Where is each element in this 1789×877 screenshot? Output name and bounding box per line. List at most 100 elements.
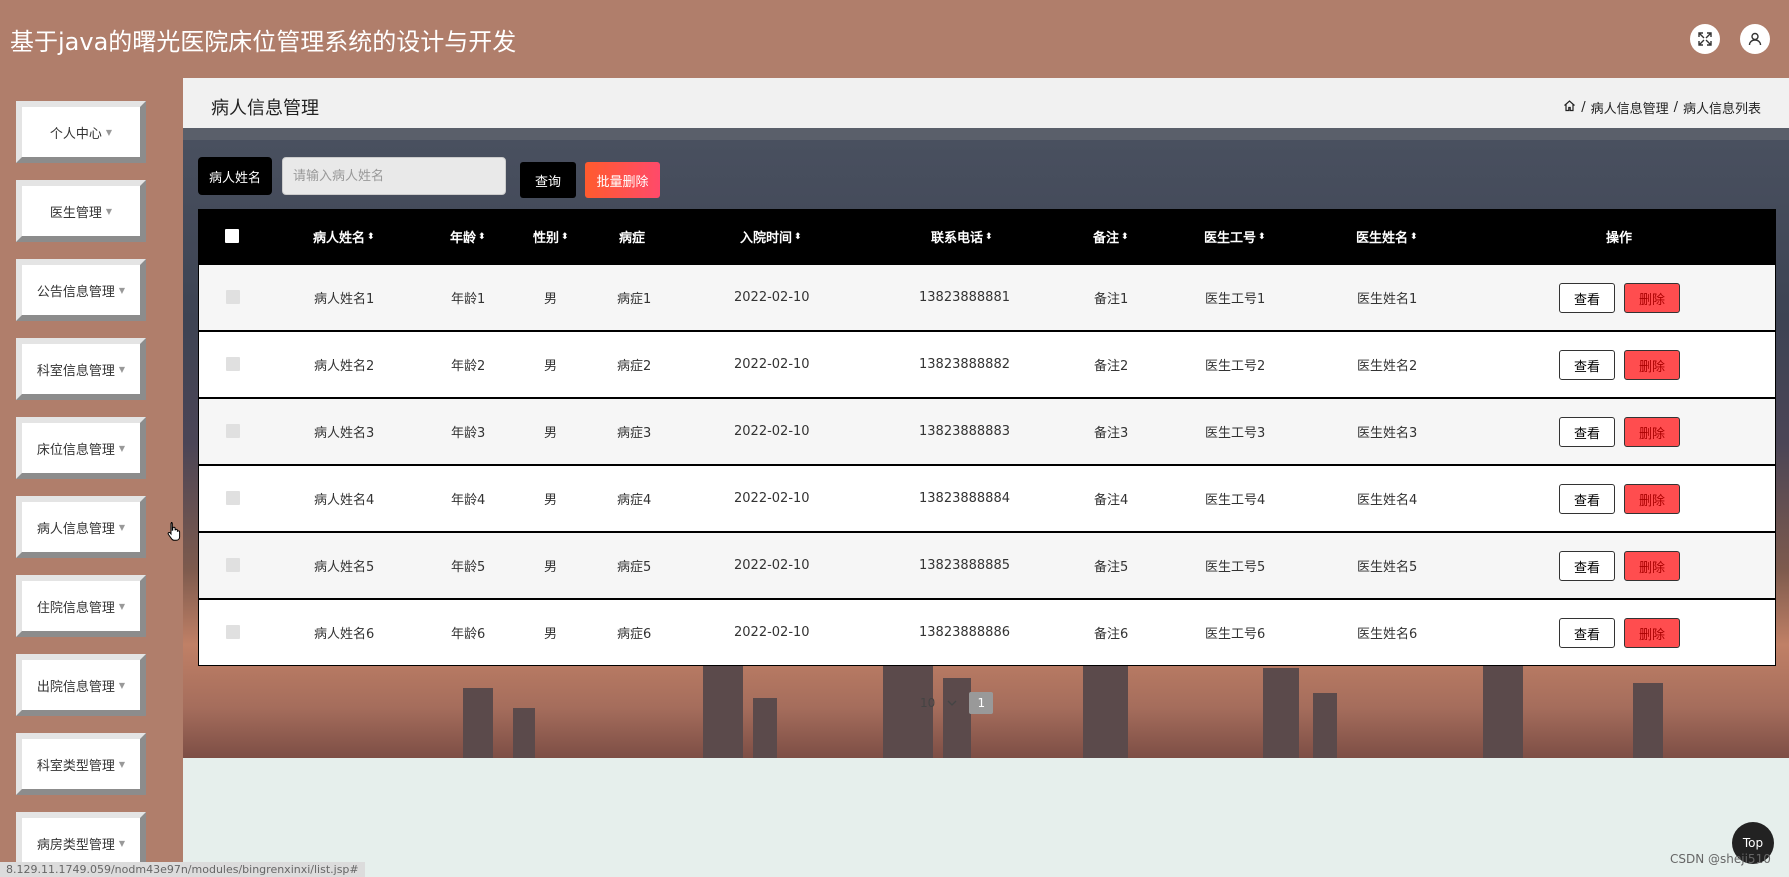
cell-age: 年龄2 xyxy=(451,359,486,374)
delete-button[interactable]: 删除 xyxy=(1624,350,1680,380)
select-all-checkbox[interactable] xyxy=(225,229,239,243)
cell-doctor-name: 医生姓名5 xyxy=(1357,560,1418,575)
patient-name-search-input[interactable] xyxy=(282,157,506,195)
page-size-select[interactable]: 10 xyxy=(920,696,935,710)
cell-name: 病人姓名6 xyxy=(314,627,375,642)
cell-age: 年龄5 xyxy=(451,560,486,575)
column-header-note[interactable]: 备注 ⬍ xyxy=(1093,209,1129,264)
view-button[interactable]: 查看 xyxy=(1559,350,1615,380)
sidebar-item-patients[interactable]: 病人信息管理 ▼ xyxy=(16,496,146,558)
delete-button[interactable]: 删除 xyxy=(1624,417,1680,447)
delete-button[interactable]: 删除 xyxy=(1624,283,1680,313)
caret-down-icon: ▼ xyxy=(118,443,126,453)
home-icon[interactable] xyxy=(1563,99,1576,116)
breadcrumb-separator: / xyxy=(1673,100,1678,115)
sidebar-item-label: 病房类型管理 xyxy=(36,837,115,853)
page-title: 病人信息管理 xyxy=(211,98,319,119)
view-button[interactable]: 查看 xyxy=(1559,283,1615,313)
sidebar-item-label: 住院信息管理 xyxy=(36,600,115,616)
building xyxy=(753,698,777,758)
delete-button[interactable]: 删除 xyxy=(1624,484,1680,514)
cell-admit-time: 2022-02-10 xyxy=(734,424,810,439)
current-page-button[interactable]: 1 xyxy=(969,692,994,714)
column-header-admit-time[interactable]: 入院时间 ⬍ xyxy=(740,209,802,264)
batch-delete-button[interactable]: 批量删除 xyxy=(585,162,660,198)
hand-cursor-icon xyxy=(167,521,181,545)
breadcrumb-item[interactable]: 病人信息管理 xyxy=(1591,98,1669,117)
caret-down-icon: ▼ xyxy=(105,127,113,137)
row-checkbox[interactable] xyxy=(226,491,240,505)
sidebar-item-personal-center[interactable]: 个人中心 ▼ xyxy=(16,101,146,163)
delete-button[interactable]: 删除 xyxy=(1624,551,1680,581)
column-header-doctor-id[interactable]: 医生工号 ⬍ xyxy=(1204,209,1266,264)
sidebar-item-beds[interactable]: 床位信息管理 ▼ xyxy=(16,417,146,479)
user-icon[interactable] xyxy=(1740,24,1770,54)
background-haze xyxy=(183,128,1789,140)
row-checkbox[interactable] xyxy=(226,625,240,639)
sidebar-item-announcements[interactable]: 公告信息管理 ▼ xyxy=(16,259,146,321)
cell-phone: 13823888881 xyxy=(919,290,1010,305)
building xyxy=(943,678,971,758)
view-button[interactable]: 查看 xyxy=(1559,618,1615,648)
cell-phone: 13823888886 xyxy=(919,625,1010,640)
column-header-disease: 病症 xyxy=(619,231,646,246)
cell-doctor-id: 医生工号5 xyxy=(1205,560,1266,575)
caret-down-icon: ▼ xyxy=(118,680,126,690)
cell-doctor-id: 医生工号1 xyxy=(1205,292,1266,307)
table-row: 病人姓名6 年龄6 男 病症6 2022-02-10 13823888886 备… xyxy=(198,599,1776,666)
row-checkbox[interactable] xyxy=(226,290,240,304)
column-header-phone[interactable]: 联系电话 ⬍ xyxy=(931,209,993,264)
sidebar-item-department-types[interactable]: 科室类型管理 ▼ xyxy=(16,733,146,795)
column-header-name[interactable]: 病人姓名 ⬍ xyxy=(313,209,375,264)
cell-doctor-id: 医生工号2 xyxy=(1205,359,1266,374)
row-checkbox[interactable] xyxy=(226,558,240,572)
sidebar-item-admissions[interactable]: 住院信息管理 ▼ xyxy=(16,575,146,637)
cell-disease: 病症5 xyxy=(617,560,652,575)
sidebar-item-discharges[interactable]: 出院信息管理 ▼ xyxy=(16,654,146,716)
pagination: 10 1 xyxy=(920,692,994,714)
patient-table: 病人姓名 ⬍ 年龄 ⬍ 性别 ⬍ 病症 入院时间 ⬍ 联系电话 ⬍ 备注 ⬍ 医生工号 ⬍ 医… xyxy=(198,209,1776,666)
chevron-down-icon[interactable] xyxy=(947,696,957,710)
cell-note: 备注2 xyxy=(1094,359,1129,374)
cell-doctor-name: 医生姓名3 xyxy=(1357,426,1418,441)
cell-doctor-name: 医生姓名6 xyxy=(1357,627,1418,642)
caret-down-icon: ▼ xyxy=(118,759,126,769)
sidebar-item-doctors[interactable]: 医生管理 ▼ xyxy=(16,180,146,242)
column-header-actions: 操作 xyxy=(1606,231,1633,246)
view-button[interactable]: 查看 xyxy=(1559,551,1615,581)
sidebar: 个人中心 ▼ 医生管理 ▼ 公告信息管理 ▼ 科室信息管理 ▼ 床位信息管理 ▼ 病人信息… xyxy=(0,78,183,877)
fullscreen-icon[interactable] xyxy=(1690,24,1720,54)
column-header-doctor-name[interactable]: 医生姓名 ⬍ xyxy=(1356,209,1418,264)
cell-name: 病人姓名3 xyxy=(314,426,375,441)
column-header-age[interactable]: 年龄 ⬍ xyxy=(450,209,486,264)
row-checkbox[interactable] xyxy=(226,357,240,371)
cell-disease: 病症3 xyxy=(617,426,652,441)
watermark: CSDN @sheji510 xyxy=(1670,852,1771,866)
query-button[interactable]: 查询 xyxy=(520,162,576,198)
cell-age: 年龄6 xyxy=(451,627,486,642)
caret-down-icon: ▼ xyxy=(118,364,126,374)
delete-button[interactable]: 删除 xyxy=(1624,618,1680,648)
column-header-gender[interactable]: 性别 ⬍ xyxy=(533,209,569,264)
cell-phone: 13823888885 xyxy=(919,558,1010,573)
building xyxy=(1483,658,1523,758)
building xyxy=(463,688,493,758)
caret-down-icon: ▼ xyxy=(118,838,126,848)
row-checkbox[interactable] xyxy=(226,424,240,438)
cell-disease: 病症4 xyxy=(617,493,652,508)
cell-name: 病人姓名1 xyxy=(314,292,375,307)
view-button[interactable]: 查看 xyxy=(1559,484,1615,514)
cell-gender: 男 xyxy=(544,560,558,575)
cell-name: 病人姓名2 xyxy=(314,359,375,374)
cell-gender: 男 xyxy=(544,359,558,374)
cell-doctor-name: 医生姓名2 xyxy=(1357,359,1418,374)
view-button[interactable]: 查看 xyxy=(1559,417,1615,447)
building xyxy=(703,663,743,758)
sidebar-item-departments[interactable]: 科室信息管理 ▼ xyxy=(16,338,146,400)
sidebar-item-label: 科室类型管理 xyxy=(36,758,115,774)
table-row: 病人姓名3 年龄3 男 病症3 2022-02-10 13823888883 备… xyxy=(198,398,1776,465)
cell-doctor-id: 医生工号6 xyxy=(1205,627,1266,642)
sidebar-item-label: 科室信息管理 xyxy=(36,363,115,379)
sort-icon: ⬍ xyxy=(561,231,569,242)
breadcrumb-separator: / xyxy=(1581,100,1586,115)
